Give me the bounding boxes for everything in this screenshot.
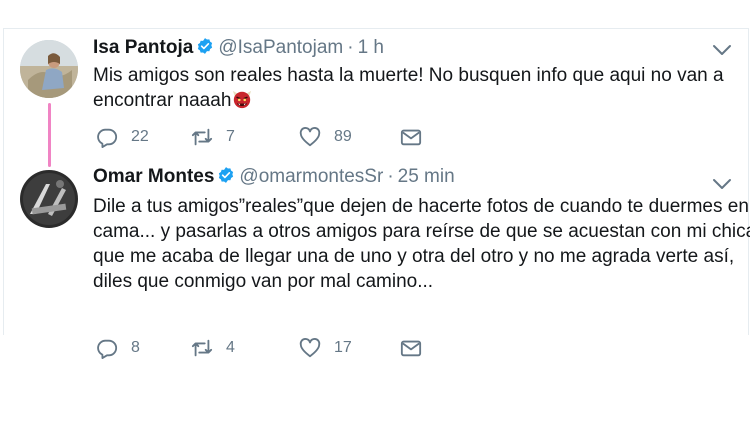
retweet-count: 4 [226, 339, 235, 356]
like-button[interactable]: 17 [299, 335, 352, 361]
tweet-text-line-with-emoji: encontrar naaah [93, 88, 733, 113]
separator-dot: · [387, 166, 394, 187]
avatar[interactable] [20, 40, 78, 98]
display-name[interactable]: Isa Pantoja [93, 37, 193, 58]
heart-icon [299, 127, 321, 147]
tweet-text-line: Dile a tus amigos”reales”que dejen de ha… [93, 196, 750, 217]
direct-message-button[interactable] [400, 335, 435, 361]
reply-icon [97, 339, 118, 359]
like-count: 89 [334, 128, 352, 145]
retweet-icon [191, 339, 213, 357]
tweet-text: Dile a tus amigos”reales”que dejen de ha… [93, 194, 750, 294]
separator-dot: · [347, 37, 354, 58]
tweet-text: Mis amigos son reales hasta la muerte! N… [93, 63, 733, 113]
retweet-icon [191, 128, 213, 146]
timestamp[interactable]: 1 h [358, 37, 384, 58]
reply-button[interactable]: 8 [96, 335, 140, 361]
reply-button[interactable]: 22 [96, 124, 149, 150]
retweet-button[interactable]: 4 [191, 335, 235, 361]
timestamp[interactable]: 25 min [398, 166, 455, 187]
tweet-text-line: encontrar naaah [93, 90, 232, 111]
chevron-down-icon[interactable] [712, 43, 732, 57]
avatar-photo [20, 170, 78, 228]
like-count: 17 [334, 339, 352, 356]
verified-badge-icon [198, 38, 213, 54]
handle[interactable]: @IsaPantojam [218, 37, 343, 58]
retweet-count: 7 [226, 128, 235, 145]
tweet-thread: Isa Pantoja @IsaPantojam · 1 h Mis amigos s… [3, 28, 750, 359]
tweet-omar-montes[interactable]: Omar Montes @omarmontesSr · 25 min Dile a t… [4, 159, 750, 359]
tweet-header: Isa Pantoja @IsaPantojam · 1 h [93, 37, 384, 59]
ogre-emoji-icon [233, 90, 252, 109]
reply-icon [97, 128, 118, 148]
handle[interactable]: @omarmontesSr [239, 166, 383, 187]
verified-badge-icon [219, 167, 234, 183]
heart-icon [299, 338, 321, 358]
tweet-text-line: que me acaba de llegar una de uno y otra… [93, 246, 735, 267]
tweet-text-line: diles que conmigo van por mal camino... [93, 271, 434, 292]
reply-count: 22 [131, 128, 149, 145]
envelope-icon [400, 129, 422, 146]
reply-count: 8 [131, 339, 140, 356]
tweet-text-line: Mis amigos son reales hasta la muerte! N… [93, 65, 724, 86]
avatar[interactable] [20, 170, 78, 228]
avatar-photo [20, 40, 78, 98]
tweet-header: Omar Montes @omarmontesSr · 25 min [93, 166, 455, 188]
chevron-down-icon[interactable] [712, 177, 732, 191]
display-name[interactable]: Omar Montes [93, 166, 214, 187]
tweet-text-line: cama... y pasarlas a otros amigos para r… [93, 221, 750, 242]
envelope-icon [400, 340, 422, 357]
like-button[interactable]: 89 [299, 124, 352, 150]
direct-message-button[interactable] [400, 124, 435, 150]
thread-connector [48, 103, 51, 167]
retweet-button[interactable]: 7 [191, 124, 235, 150]
tweet-isa-pantoja[interactable]: Isa Pantoja @IsaPantojam · 1 h Mis amigos s… [4, 29, 748, 167]
